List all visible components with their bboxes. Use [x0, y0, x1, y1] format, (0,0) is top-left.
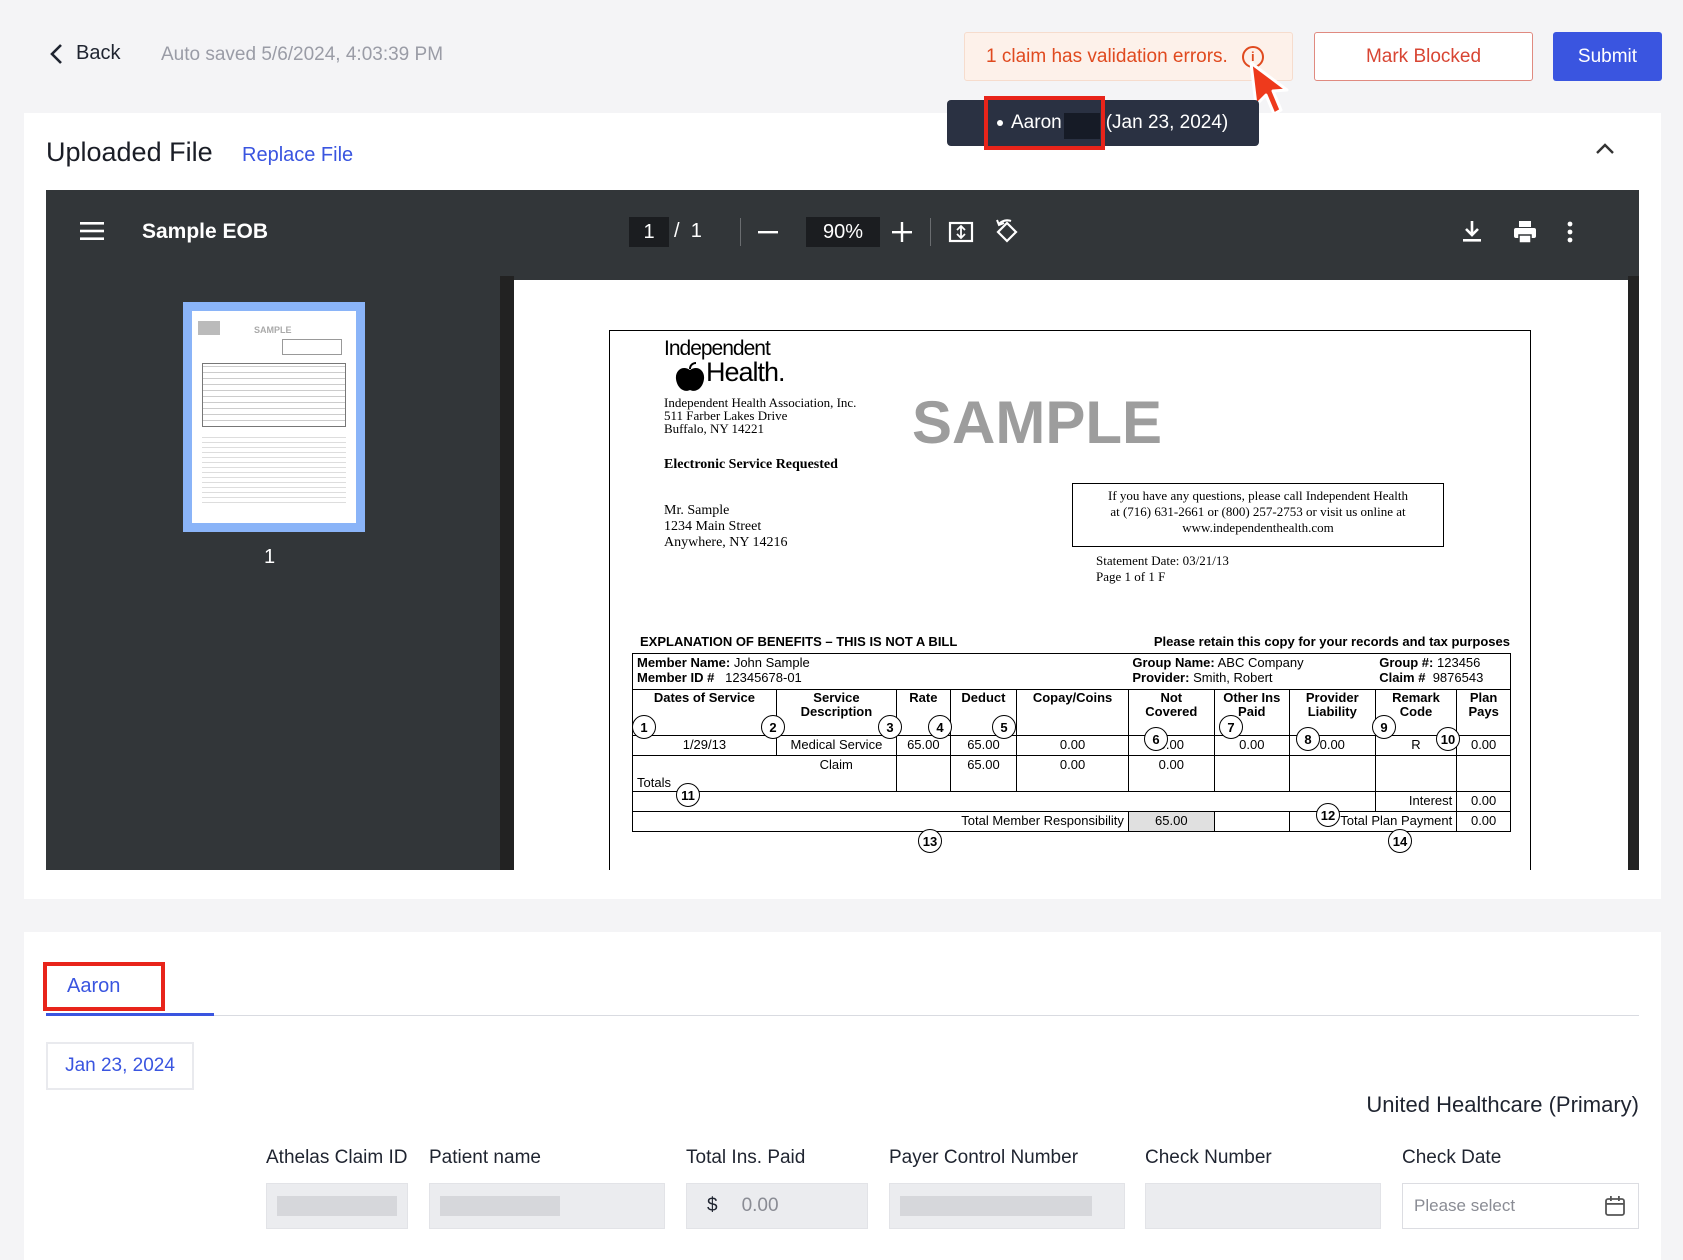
uploaded-file-title: Uploaded File [46, 137, 213, 167]
table-row: Interest 0.00 [632, 791, 1511, 812]
highlight-box [984, 96, 1105, 150]
rotate-icon[interactable] [993, 218, 1021, 246]
service-requested: Electronic Service Requested [664, 457, 838, 472]
uploaded-file-card: Uploaded File Replace File Sample EOB 1 … [24, 113, 1661, 899]
page-number-input[interactable]: 1 [629, 217, 669, 247]
patient-name-field [429, 1183, 665, 1229]
validation-error-banner[interactable]: 1 claim has validation errors. i [964, 32, 1293, 81]
apple-logo-icon [675, 362, 705, 391]
marker-4: 4 [928, 715, 952, 739]
mark-blocked-button[interactable]: Mark Blocked [1314, 32, 1533, 81]
pdf-page: Independent Health. Independent Health A… [514, 280, 1630, 870]
check-date-picker[interactable]: Please select [1402, 1183, 1639, 1229]
pdf-viewer: Sample EOB 1 / 1 90% SAMPLE 1 Independen… [46, 190, 1639, 870]
recipient-address: Mr. Sample 1234 Main Street Anywhere, NY 1… [664, 503, 788, 550]
page-scrollbar[interactable] [1628, 276, 1639, 870]
member-info-row: Member Name: John Sample Member ID # 123… [632, 653, 1512, 690]
thumbnail-scrollbar[interactable] [500, 276, 514, 870]
total-ins-paid-value: 0.00 [741, 1195, 779, 1216]
toolbar-divider [930, 218, 931, 246]
download-icon[interactable] [1458, 218, 1486, 246]
validation-error-text: 1 claim has validation errors. [986, 45, 1228, 67]
marker-6: 6 [1144, 727, 1168, 751]
submit-button[interactable]: Submit [1553, 32, 1662, 81]
marker-12: 12 [1316, 803, 1340, 827]
page-thumbnail[interactable]: SAMPLE [183, 302, 365, 532]
marker-7: 7 [1219, 715, 1243, 739]
retain-note: Please retain this copy for your records… [1153, 634, 1510, 649]
table-row: 1/29/13 Medical Service 65.00 65.00 0.00 0.00… [632, 735, 1511, 756]
back-label: Back [76, 42, 121, 64]
fit-page-icon[interactable] [947, 218, 975, 246]
total-ins-paid-field[interactable]: $ 0.00 [686, 1183, 868, 1229]
claim-date-chip[interactable]: Jan 23, 2024 [46, 1042, 194, 1090]
check-number-input[interactable] [1145, 1183, 1381, 1229]
print-icon[interactable] [1511, 218, 1539, 246]
marker-1: 1 [632, 715, 656, 739]
marker-11: 11 [676, 783, 700, 807]
highlight-box [43, 962, 165, 1011]
insurer-address: Independent Health Association, Inc. 511 … [664, 395, 857, 436]
eob-heading: EXPLANATION OF BENEFITS – THIS IS NOT A … [640, 634, 958, 649]
check-date-label: Check Date [1402, 1147, 1502, 1168]
pdf-toolbar: Sample EOB 1 / 1 90% [46, 190, 1639, 276]
chevron-left-icon [50, 43, 62, 64]
page-count: / 1 [674, 220, 702, 242]
payer-name: United Healthcare (Primary) [1366, 1092, 1639, 1117]
replace-file-link[interactable]: Replace File [242, 144, 353, 167]
tab-active-indicator [46, 1013, 214, 1016]
questions-box: If you have any questions, please call I… [1072, 483, 1444, 547]
eob-document: Independent Health. Independent Health A… [609, 330, 1531, 870]
thumbnail-pane: SAMPLE 1 [46, 276, 500, 870]
patient-name-label: Patient name [429, 1147, 541, 1168]
calendar-icon[interactable] [1604, 1195, 1626, 1217]
zoom-out-icon[interactable] [754, 218, 782, 246]
marker-5: 5 [992, 715, 1016, 739]
statement-info: Statement Date: 03/21/13 Page 1 of 1 F [1096, 553, 1229, 584]
table-row: Total Member Responsibility 65.00 Total … [632, 811, 1511, 832]
zoom-in-icon[interactable] [888, 218, 916, 246]
marker-2: 2 [761, 715, 785, 739]
check-date-placeholder: Please select [1414, 1196, 1516, 1215]
currency-symbol: $ [707, 1195, 718, 1216]
more-options-icon[interactable] [1556, 218, 1584, 246]
marker-9: 9 [1372, 715, 1396, 739]
athelas-claim-id-field [266, 1183, 408, 1229]
claim-card: Aaron Jan 23, 2024 United Healthcare (Pr… [24, 932, 1661, 1260]
hamburger-menu-icon[interactable] [80, 221, 104, 241]
marker-3: 3 [878, 715, 902, 739]
document-name: Sample EOB [142, 220, 269, 243]
sample-watermark: SAMPLE [912, 389, 1163, 456]
marker-13: 13 [918, 829, 942, 853]
logo-text: Health. [706, 357, 786, 387]
marker-14: 14 [1388, 829, 1412, 853]
zoom-level[interactable]: 90% [806, 217, 880, 247]
payer-control-number-field [889, 1183, 1125, 1229]
marker-8: 8 [1296, 727, 1320, 751]
table-row: Totals Claim 65.00 0.00 0.00 [632, 755, 1511, 792]
eob-table: Member Name: John Sample Member ID # 123… [632, 653, 1512, 832]
toolbar-divider [740, 218, 741, 246]
payer-control-number-label: Payer Control Number [889, 1147, 1079, 1168]
tab-divider [46, 1015, 1639, 1016]
marker-10: 10 [1436, 727, 1460, 751]
autosave-status: Auto saved 5/6/2024, 4:03:39 PM [161, 44, 444, 65]
total-ins-paid-label: Total Ins. Paid [686, 1147, 806, 1168]
tooltip-date: (Jan 23, 2024) [1105, 112, 1229, 133]
back-button[interactable]: Back [48, 42, 120, 65]
chevron-up-icon[interactable] [1594, 141, 1616, 155]
check-number-label: Check Number [1145, 1147, 1272, 1168]
athelas-claim-id-label: Athelas Claim ID [266, 1147, 408, 1168]
thumbnail-page-number: 1 [264, 546, 276, 568]
